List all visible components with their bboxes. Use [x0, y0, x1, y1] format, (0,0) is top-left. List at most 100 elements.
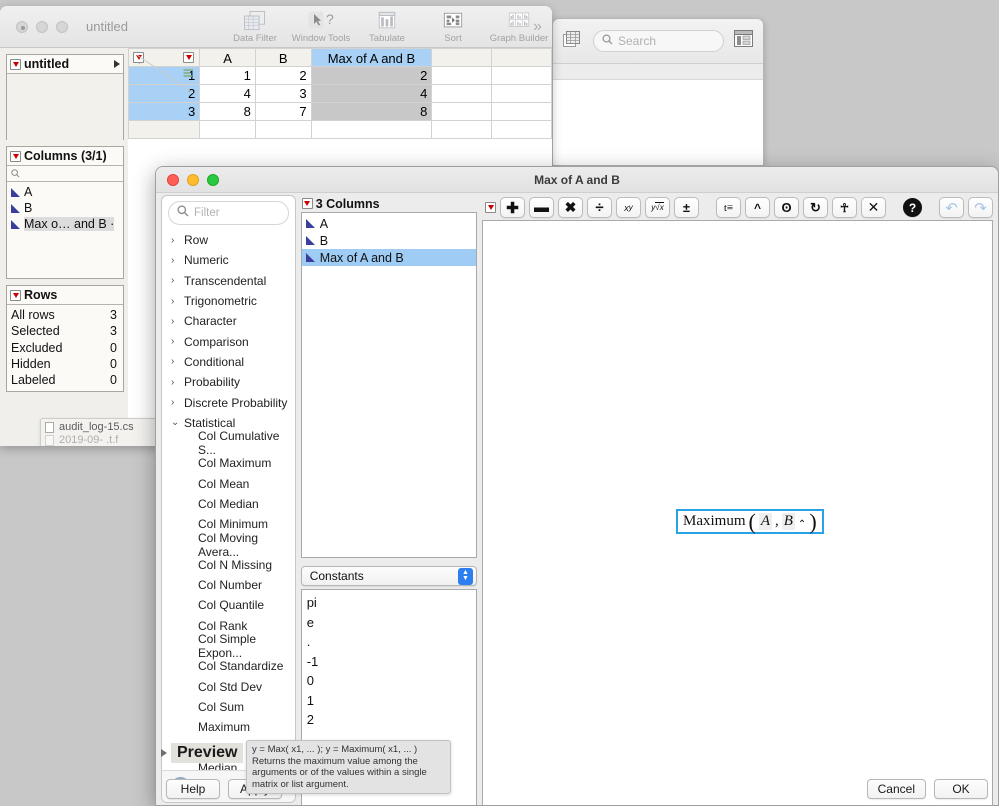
table-panel-header[interactable]: untitled — [7, 55, 123, 74]
unpeel-button[interactable]: ☥ — [832, 197, 857, 218]
rows-panel[interactable]: Rows All rows 3 Selected 3 Excluded 0 Hi… — [6, 285, 124, 393]
chevron-right-icon[interactable]: › — [171, 235, 184, 246]
subtract-button[interactable]: ▬ — [529, 197, 554, 218]
grid-column-header[interactable]: A — [199, 48, 256, 67]
grid-cell[interactable]: 2 — [254, 66, 312, 85]
chevron-down-icon[interactable]: ⌄ — [171, 417, 184, 428]
search-input[interactable]: Search — [593, 30, 724, 52]
function-item[interactable]: Col Number — [162, 575, 295, 595]
chevron-right-icon[interactable]: › — [171, 316, 184, 327]
function-group-row[interactable]: › Row — [162, 230, 295, 250]
grid-cell[interactable]: 8 — [310, 102, 433, 121]
formula-column-item[interactable]: B — [302, 232, 476, 249]
red-triangle-icon[interactable] — [10, 58, 21, 70]
formula-argument-a[interactable]: A — [758, 513, 772, 530]
toolbar-overflow-button[interactable]: » — [533, 18, 542, 36]
layout-panel-icon[interactable] — [734, 30, 753, 52]
formula-columns-header[interactable]: 3 Columns — [301, 195, 477, 212]
window-controls[interactable] — [16, 20, 68, 33]
red-triangle-icon[interactable] — [10, 150, 21, 162]
columns-list[interactable]: A B Max o… and B · — [7, 182, 123, 278]
function-item[interactable]: Col Median — [162, 494, 295, 514]
grid-cell[interactable] — [491, 84, 552, 103]
grid-cell[interactable] — [491, 66, 552, 85]
disclosure-triangle-icon[interactable] — [161, 749, 167, 757]
close-button[interactable] — [16, 20, 28, 33]
grid-cell[interactable] — [431, 102, 493, 121]
function-item[interactable]: Col Moving Avera... — [162, 531, 295, 559]
grid-cell[interactable]: 8 — [199, 102, 256, 121]
grid-column-header[interactable] — [491, 48, 552, 67]
toolbar-data-filter[interactable]: Data Filter — [222, 6, 288, 44]
columns-panel[interactable]: Columns (3/1) A B Max o… and B · — [6, 146, 124, 279]
red-triangle-icon[interactable] — [301, 198, 313, 209]
function-item[interactable]: Col Mean — [162, 474, 295, 494]
formula-expression[interactable]: Maximum ( A , B ⌃ ) — [676, 509, 824, 534]
chevron-updown-icon[interactable]: ▲ ▼ — [458, 567, 473, 585]
column-list-item[interactable]: A — [9, 184, 123, 200]
grid-cell[interactable]: 4 — [199, 84, 256, 103]
chevron-right-icon[interactable]: › — [171, 356, 184, 367]
delete-button[interactable]: ✕ — [861, 197, 886, 218]
function-group-row[interactable]: › Numeric — [162, 250, 295, 270]
function-item[interactable]: Col Standardize — [162, 656, 295, 676]
grid-cell[interactable]: 1 — [199, 66, 256, 85]
constant-item[interactable]: pi — [307, 593, 476, 613]
chevron-right-icon[interactable]: › — [171, 377, 184, 388]
add-button[interactable]: ✚ — [500, 197, 525, 218]
preview-label[interactable]: Preview — [171, 743, 244, 763]
constant-item[interactable]: 1 — [307, 691, 476, 711]
background-window[interactable]: Search — [552, 18, 764, 166]
function-item[interactable]: Col Quantile — [162, 595, 295, 615]
swap-button[interactable]: ↻ — [803, 197, 828, 218]
recent-file-item[interactable]: audit_log-15.cs — [45, 421, 155, 434]
redo-button[interactable]: ↷ — [968, 197, 993, 218]
function-group-list[interactable]: › Row › Numeric › Transcendental › Trigo… — [162, 227, 295, 802]
function-browser-panel[interactable]: Filter › Row › Numeric › Transcendental — [161, 195, 296, 803]
constant-item[interactable]: -1 — [307, 652, 476, 672]
function-item-maximum[interactable]: Maximum — [162, 717, 295, 737]
chevron-right-icon[interactable]: › — [171, 296, 184, 307]
grid-cell[interactable]: 2 — [310, 66, 433, 85]
power-button[interactable]: xy — [616, 197, 641, 218]
chevron-right-icon[interactable]: › — [171, 275, 184, 286]
row-number-cell[interactable]: 3 — [128, 102, 201, 121]
function-filter-input[interactable]: Filter — [168, 201, 289, 225]
formula-columns-list[interactable]: A B Max of A and B — [300, 212, 477, 558]
columns-panel-header[interactable]: Columns (3/1) — [7, 147, 123, 166]
grid-cell[interactable]: 7 — [254, 102, 312, 121]
formula-function-name[interactable]: Maximum — [683, 513, 746, 530]
table-icon[interactable] — [563, 30, 583, 53]
formula-argument-b[interactable]: B — [781, 513, 795, 530]
function-item[interactable]: Col Cumulative S... — [162, 429, 295, 457]
preview-row[interactable]: Preview — [161, 743, 244, 763]
formula-column-item-selected[interactable]: Max of A and B — [301, 249, 476, 266]
constant-item[interactable]: 2 — [307, 710, 476, 730]
column-list-item[interactable]: B — [9, 200, 123, 216]
function-item[interactable]: Col Std Dev — [162, 677, 295, 697]
function-group-row[interactable]: › Trigonometric — [162, 291, 295, 311]
grid-cell[interactable]: 4 — [310, 84, 433, 103]
minimize-button[interactable] — [36, 20, 48, 33]
undo-button[interactable]: ↶ — [939, 197, 964, 218]
column-list-item[interactable]: Max o… and B · — [9, 216, 123, 232]
recent-files-list[interactable]: audit_log-15.cs 2019-09- .t.f — [40, 418, 160, 446]
columns-search-input[interactable] — [7, 166, 123, 182]
formula-editor-dialog[interactable]: Max of A and B Filter › Row › Numeric › … — [155, 166, 999, 806]
function-item[interactable]: Col Simple Expon... — [162, 632, 295, 660]
help-button[interactable]: Help — [166, 779, 220, 799]
formula-column-item[interactable]: A — [302, 215, 476, 232]
red-triangle-icon[interactable] — [485, 202, 496, 213]
grid-cell[interactable] — [491, 102, 552, 121]
table-row[interactable]: 3 8 7 8 — [128, 102, 552, 121]
plusminus-button[interactable]: ± — [674, 197, 699, 218]
table-panel[interactable]: untitled — [6, 54, 124, 158]
grid-column-header[interactable]: Max of A and B — [310, 48, 433, 67]
cancel-button[interactable]: Cancel — [866, 779, 926, 799]
constants-dropdown[interactable]: Constants ▲ ▼ — [300, 566, 477, 586]
function-group-row[interactable]: › Transcendental — [162, 271, 295, 291]
function-group-row[interactable]: › Comparison — [162, 331, 295, 351]
grid-column-header[interactable]: B — [254, 48, 312, 67]
constant-item[interactable]: e — [307, 613, 476, 633]
root-button[interactable]: y√x — [645, 197, 670, 218]
